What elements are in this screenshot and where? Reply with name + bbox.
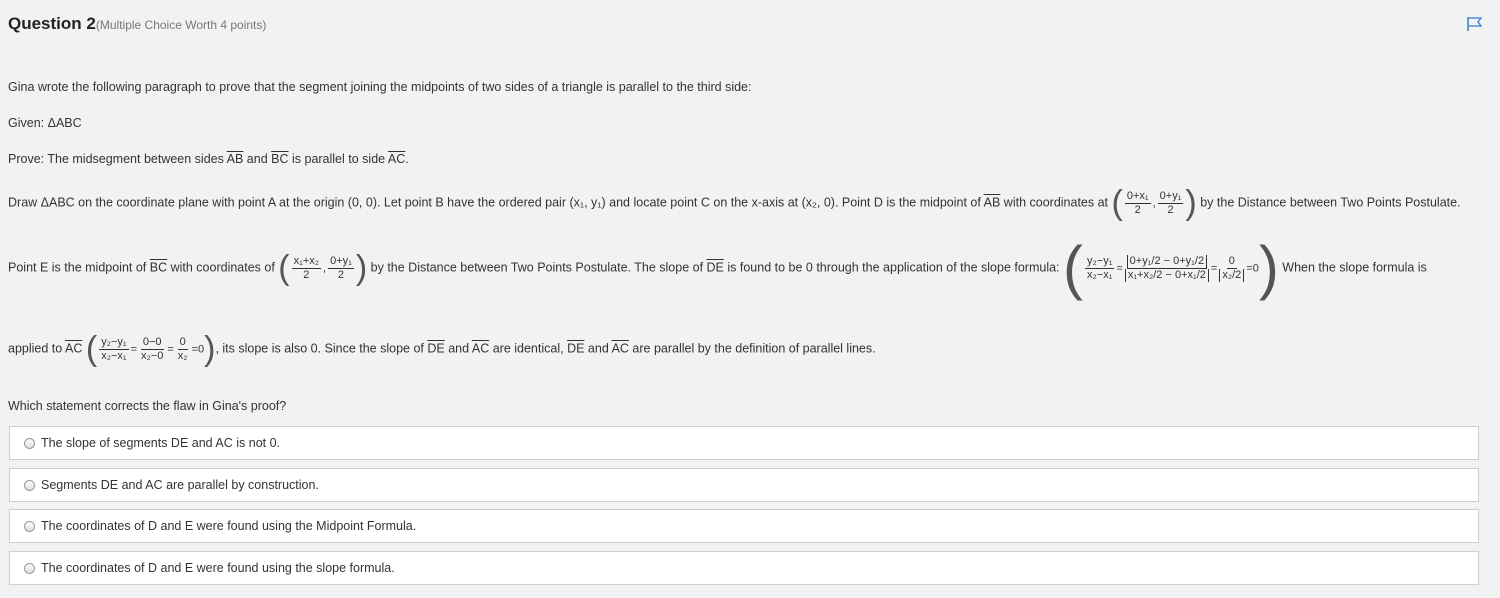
- question-title: Question 2(Multiple Choice Worth 4 point…: [8, 14, 266, 34]
- e-paragraph: Point E is the midpoint of BC with coord…: [8, 234, 1427, 301]
- given-text: Given: ΔABC: [8, 116, 82, 130]
- answer-option-1[interactable]: The slope of segments DE and AC is not 0…: [9, 426, 1479, 460]
- option-label: The coordinates of D and E were found us…: [41, 519, 417, 533]
- radio-button[interactable]: [24, 437, 35, 449]
- radio-button[interactable]: [24, 520, 35, 532]
- prove-text: Prove: The midsegment between sides AB a…: [8, 152, 409, 166]
- option-label: Segments DE and AC are parallel by const…: [41, 478, 319, 492]
- answer-option-2[interactable]: Segments DE and AC are parallel by const…: [9, 468, 1479, 502]
- radio-button[interactable]: [24, 479, 35, 491]
- applied-paragraph: applied to AC (y₂−y₁ x₂−x₁ = 0−0 x₂−0 = 0 x₂ =0)…: [8, 330, 876, 368]
- answer-option-4[interactable]: The coordinates of D and E were found us…: [9, 551, 1479, 585]
- radio-button[interactable]: [24, 562, 35, 574]
- which-question: Which statement corrects the flaw in Gin…: [8, 399, 287, 413]
- intro-text: Gina wrote the following paragraph to pr…: [8, 80, 752, 94]
- draw-paragraph: Draw ΔABC on the coordinate plane with p…: [8, 184, 1461, 222]
- answer-option-3[interactable]: The coordinates of D and E were found us…: [9, 509, 1479, 543]
- option-label: The coordinates of D and E were found us…: [41, 561, 395, 575]
- option-label: The slope of segments DE and AC is not 0…: [41, 436, 281, 450]
- flag-icon[interactable]: [1466, 16, 1484, 32]
- question-points: (Multiple Choice Worth 4 points): [95, 18, 267, 32]
- question-number: Question 2: [8, 14, 96, 33]
